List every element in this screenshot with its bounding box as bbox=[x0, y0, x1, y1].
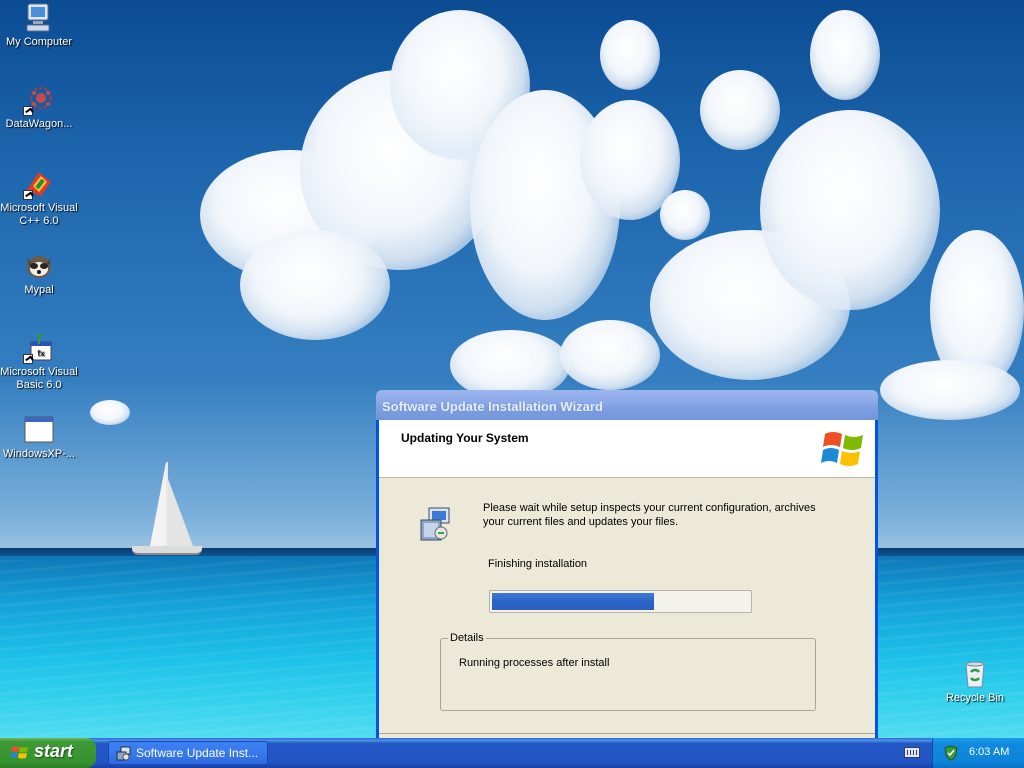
install-progress-fill bbox=[492, 593, 654, 610]
desktop-icon-label: DataWagon... bbox=[5, 118, 73, 130]
taskbar-button-installation-wizard[interactable]: Software Update Inst... bbox=[108, 741, 268, 765]
desktop-icon-windowsxp[interactable]: WindowsXP-... bbox=[0, 414, 78, 461]
sailboat-sail bbox=[167, 476, 193, 546]
desktop-icon-label: Mypal bbox=[24, 284, 54, 296]
start-button-label: start bbox=[34, 741, 74, 761]
details-text: Running processes after install bbox=[459, 657, 610, 669]
windows-logo-icon bbox=[821, 432, 863, 466]
details-groupbox-label: Details bbox=[448, 632, 486, 644]
sailboat-hull bbox=[132, 546, 202, 555]
button-area-divider bbox=[379, 733, 875, 734]
keyboard-language-icon[interactable] bbox=[904, 747, 920, 758]
system-tray: 6:03 AM bbox=[932, 738, 1024, 768]
wizard-header: Updating Your System bbox=[379, 420, 875, 478]
desktop-icon-mypal[interactable]: Mypal bbox=[0, 250, 78, 297]
svg-text:fx: fx bbox=[37, 349, 45, 358]
wizard-header-title: Updating Your System bbox=[401, 431, 529, 445]
visual-cpp-icon bbox=[23, 168, 55, 200]
installation-wizard-window[interactable]: Software Update Installation Wizard Upda… bbox=[376, 390, 878, 738]
cloud bbox=[760, 110, 940, 310]
my-computer-icon bbox=[23, 2, 55, 34]
security-center-shield-icon[interactable] bbox=[943, 745, 959, 761]
desktop-icon-label: My Computer bbox=[5, 36, 73, 48]
desktop-icon-label: Microsoft Visual Basic 6.0 bbox=[0, 366, 78, 391]
taskbar: start Software Update Inst... 6:03 AM bbox=[0, 738, 1024, 768]
desktop-icon-label: Microsoft Visual C++ 6.0 bbox=[0, 202, 78, 227]
install-status-text: Finishing installation bbox=[488, 558, 588, 570]
window-titlebar[interactable]: Software Update Installation Wizard bbox=[376, 390, 878, 420]
setup-installer-icon bbox=[116, 746, 131, 761]
desktop-icon-datawagon[interactable]: DataWagon... bbox=[0, 84, 78, 131]
application-window-icon bbox=[23, 414, 55, 446]
cloud bbox=[560, 320, 660, 390]
recycle-bin-icon bbox=[959, 658, 991, 690]
sailboat-mast bbox=[166, 462, 168, 550]
desktop-icon-visual-basic[interactable]: fx Microsoft Visual Basic 6.0 bbox=[0, 332, 78, 392]
cloud bbox=[810, 10, 880, 100]
shortcut-arrow-icon bbox=[23, 354, 33, 364]
sailboat-sail bbox=[150, 462, 166, 546]
taskbar-clock[interactable]: 6:03 AM bbox=[969, 746, 1009, 758]
wizard-info-text: Please wait while setup inspects your cu… bbox=[483, 502, 816, 528]
shortcut-arrow-icon bbox=[23, 106, 33, 116]
start-button[interactable]: start bbox=[0, 738, 96, 768]
setup-installer-icon bbox=[420, 507, 450, 541]
cloud bbox=[240, 230, 390, 340]
cloud bbox=[660, 190, 710, 240]
shortcut-arrow-icon bbox=[23, 190, 33, 200]
desktop-icon-visual-cpp[interactable]: Microsoft Visual C++ 6.0 bbox=[0, 168, 78, 228]
cloud bbox=[880, 360, 1020, 420]
cloud bbox=[700, 70, 780, 150]
desktop-icon-label: WindowsXP-... bbox=[2, 448, 76, 460]
cloud bbox=[600, 20, 660, 90]
desktop-icon-recycle-bin[interactable]: Recycle Bin bbox=[936, 658, 1014, 705]
cloud bbox=[90, 400, 130, 425]
mypal-icon bbox=[23, 250, 55, 282]
visual-basic-icon: fx bbox=[23, 332, 55, 364]
wizard-client-area: Updating Your System Please wait while s… bbox=[379, 420, 875, 738]
taskbar-button-label: Software Update Inst... bbox=[136, 746, 259, 760]
desktop-icon-my-computer[interactable]: My Computer bbox=[0, 2, 78, 49]
details-groupbox bbox=[440, 638, 816, 711]
install-progress-bar bbox=[489, 590, 752, 613]
datawagon-icon bbox=[23, 84, 55, 116]
windows-flag-icon bbox=[11, 746, 28, 759]
desktop-icon-label: Recycle Bin bbox=[945, 692, 1005, 704]
